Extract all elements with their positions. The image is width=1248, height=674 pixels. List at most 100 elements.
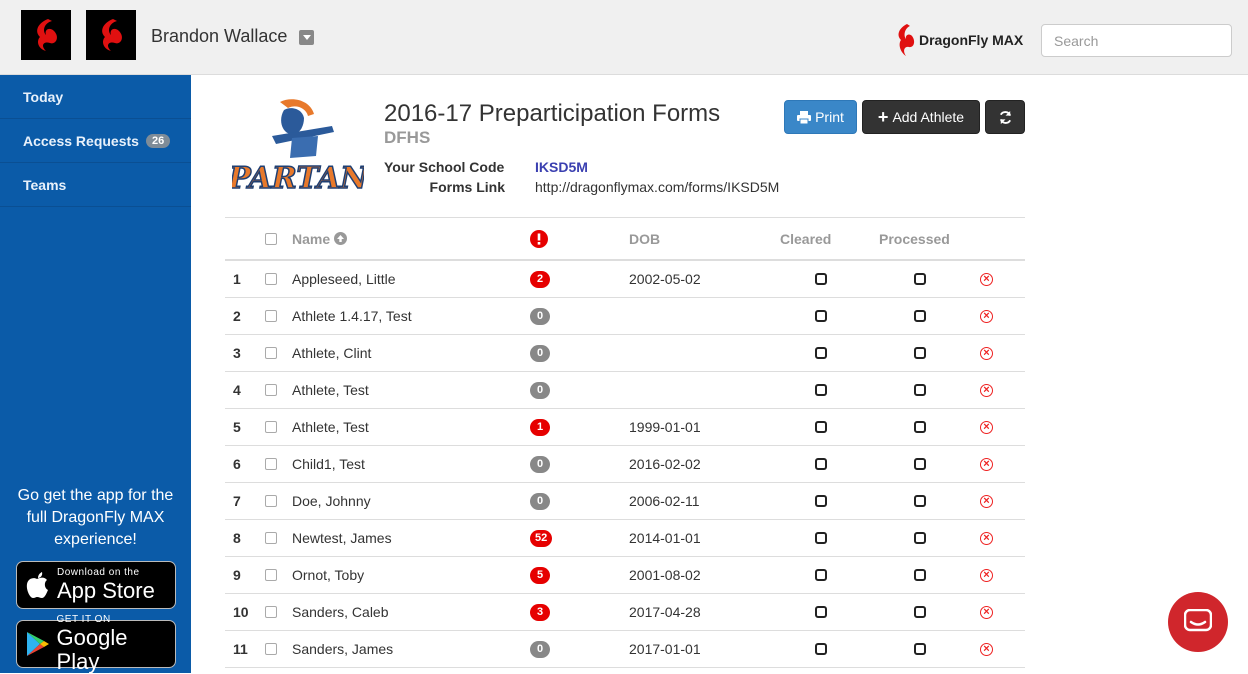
row-checkbox[interactable] [265, 557, 277, 593]
alert-count[interactable]: 0 [530, 483, 550, 519]
alert-count[interactable]: 0 [530, 446, 550, 482]
delete-row-icon[interactable]: × [980, 298, 993, 334]
processed-checkbox[interactable] [914, 520, 926, 556]
delete-row-icon[interactable]: × [980, 594, 993, 630]
cleared-column-header[interactable]: Cleared [780, 218, 831, 259]
athlete-name[interactable]: Athlete 1.4.17, Test [292, 298, 412, 334]
table-row[interactable]: 3 Athlete, Clint 0 × [225, 335, 1025, 372]
alert-count[interactable]: 1 [530, 409, 550, 445]
table-row[interactable]: 5 Athlete, Test 1 1999-01-01 × [225, 409, 1025, 446]
add-athlete-button[interactable]: + Add Athlete [862, 100, 980, 134]
refresh-button[interactable] [985, 100, 1025, 134]
google-play-button[interactable]: GET IT ON Google Play [16, 614, 176, 674]
alert-count[interactable]: 3 [530, 594, 550, 630]
cleared-checkbox[interactable] [815, 446, 827, 482]
processed-checkbox[interactable] [914, 594, 926, 630]
delete-row-icon[interactable]: × [980, 631, 993, 667]
alert-count[interactable]: 52 [530, 520, 553, 556]
table-row[interactable]: 10 Sanders, Caleb 3 2017-04-28 × [225, 594, 1025, 631]
cleared-checkbox[interactable] [815, 483, 827, 519]
processed-checkbox[interactable] [914, 409, 926, 445]
chat-launcher-button[interactable] [1168, 592, 1228, 652]
delete-row-icon[interactable]: × [980, 261, 993, 297]
processed-checkbox[interactable] [914, 557, 926, 593]
athlete-name[interactable]: Athlete, Test [292, 372, 369, 408]
delete-row-icon[interactable]: × [980, 520, 993, 556]
row-checkbox[interactable] [265, 631, 277, 667]
cleared-checkbox[interactable] [815, 631, 827, 667]
alert-count[interactable]: 5 [530, 557, 550, 593]
app-store-button[interactable]: Download on the App Store [16, 561, 176, 609]
table-row[interactable]: 2 Athlete 1.4.17, Test 0 × [225, 298, 1025, 335]
alert-count[interactable]: 2 [530, 261, 550, 297]
sidebar-item-today[interactable]: Today [0, 75, 191, 119]
row-checkbox[interactable] [265, 483, 277, 519]
cleared-checkbox[interactable] [815, 557, 827, 593]
row-checkbox[interactable] [265, 335, 277, 371]
delete-row-icon[interactable]: × [980, 557, 993, 593]
print-button[interactable]: Print [784, 100, 857, 134]
search-input[interactable] [1041, 24, 1232, 57]
processed-checkbox[interactable] [914, 298, 926, 334]
athlete-name[interactable]: Appleseed, Little [292, 261, 396, 297]
cleared-checkbox[interactable] [815, 335, 827, 371]
processed-checkbox[interactable] [914, 631, 926, 667]
cleared-checkbox[interactable] [815, 594, 827, 630]
cleared-checkbox[interactable] [815, 409, 827, 445]
user-dropdown-icon[interactable] [299, 30, 314, 45]
table-row[interactable]: 11 Sanders, James 0 2017-01-01 × [225, 631, 1025, 668]
athlete-name[interactable]: Doe, Johnny [292, 483, 371, 519]
delete-row-icon[interactable]: × [980, 335, 993, 371]
athlete-name[interactable]: Athlete, Test [292, 409, 369, 445]
athlete-name[interactable]: Ornot, Toby [292, 557, 364, 593]
processed-column-header[interactable]: Processed [879, 218, 950, 259]
row-checkbox[interactable] [265, 520, 277, 556]
alert-column-header[interactable] [530, 218, 548, 259]
table-row[interactable]: 1 Appleseed, Little 2 2002-05-02 × [225, 261, 1025, 298]
row-checkbox[interactable] [265, 298, 277, 334]
name-column-header[interactable]: Name [292, 218, 348, 259]
cleared-checkbox[interactable] [815, 298, 827, 334]
row-checkbox[interactable] [265, 261, 277, 297]
alert-count[interactable]: 0 [530, 631, 550, 667]
row-checkbox[interactable] [265, 372, 277, 408]
cleared-checkbox[interactable] [815, 520, 827, 556]
select-all-checkbox[interactable] [265, 218, 277, 259]
processed-checkbox[interactable] [914, 335, 926, 371]
forms-link-value[interactable]: http://dragonflymax.com/forms/IKSD5M [535, 179, 779, 195]
alert-count[interactable]: 0 [530, 335, 550, 371]
athlete-name[interactable]: Sanders, Caleb [292, 594, 389, 630]
processed-checkbox[interactable] [914, 261, 926, 297]
user-name[interactable]: Brandon Wallace [151, 26, 287, 47]
table-row[interactable]: 9 Ornot, Toby 5 2001-08-02 × [225, 557, 1025, 594]
table-row[interactable]: 8 Newtest, James 52 2014-01-01 × [225, 520, 1025, 557]
cleared-checkbox[interactable] [815, 372, 827, 408]
processed-checkbox[interactable] [914, 483, 926, 519]
processed-checkbox[interactable] [914, 446, 926, 482]
athlete-name[interactable]: Athlete, Clint [292, 335, 371, 371]
row-checkbox[interactable] [265, 594, 277, 630]
delete-row-icon[interactable]: × [980, 372, 993, 408]
table-row[interactable]: 4 Athlete, Test 0 × [225, 372, 1025, 409]
row-checkbox[interactable] [265, 409, 277, 445]
table-row[interactable]: 6 Child1, Test 0 2016-02-02 × [225, 446, 1025, 483]
dragonfly-logo-icon[interactable] [21, 10, 71, 60]
delete-row-icon[interactable]: × [980, 483, 993, 519]
cleared-checkbox[interactable] [815, 261, 827, 297]
athlete-name[interactable]: Child1, Test [292, 446, 365, 482]
delete-row-icon[interactable]: × [980, 409, 993, 445]
delete-row-icon[interactable]: × [980, 446, 993, 482]
sidebar-item-teams[interactable]: Teams [0, 163, 191, 207]
sidebar-item-access-requests[interactable]: Access Requests 26 [0, 119, 191, 163]
team-logo-icon[interactable] [86, 10, 136, 60]
table-row[interactable]: 7 Doe, Johnny 0 2006-02-11 × [225, 483, 1025, 520]
forms-link-label: Forms Link [429, 179, 505, 195]
brand-name: DragonFly MAX [919, 32, 1024, 48]
alert-count[interactable]: 0 [530, 298, 550, 334]
dob-column-header[interactable]: DOB [629, 218, 660, 259]
row-checkbox[interactable] [265, 446, 277, 482]
processed-checkbox[interactable] [914, 372, 926, 408]
alert-count[interactable]: 0 [530, 372, 550, 408]
athlete-name[interactable]: Sanders, James [292, 631, 393, 667]
athlete-name[interactable]: Newtest, James [292, 520, 392, 556]
